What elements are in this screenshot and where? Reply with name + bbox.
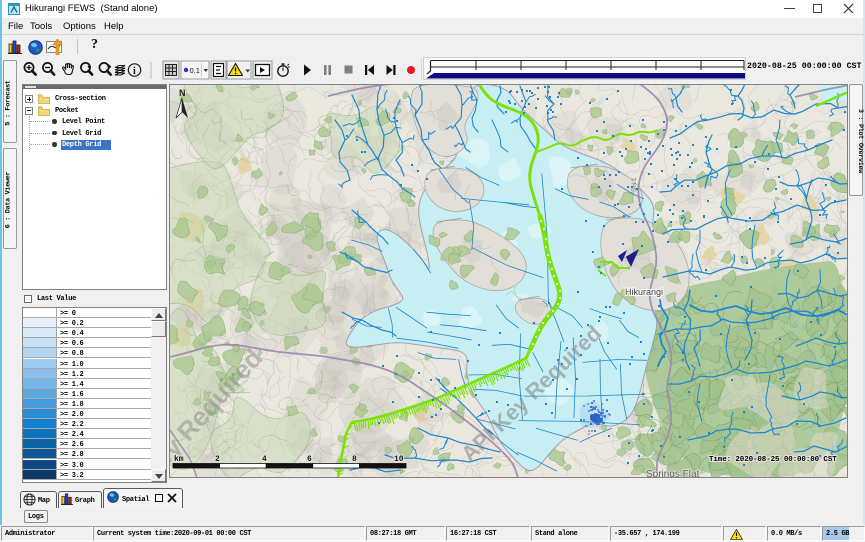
svg-text:4: 4 [262, 455, 267, 464]
svg-text:8: 8 [352, 455, 357, 464]
svg-text:6: 6 [307, 455, 312, 464]
svg-text:Hikurangi: Hikurangi [625, 287, 663, 297]
svg-text:Springs Flat: Springs Flat [646, 469, 700, 477]
svg-text:10: 10 [394, 455, 404, 464]
svg-text:SH 1: SH 1 [631, 177, 638, 192]
svg-text:N: N [179, 88, 186, 98]
svg-text:0.1: 0.1 [190, 66, 200, 75]
svg-text:Time: 2020-08-25 00:00:00 CST: Time: 2020-08-25 00:00:00 CST [709, 456, 837, 464]
svg-text:km: km [174, 455, 184, 464]
svg-text:i: i [133, 66, 136, 77]
svg-text:2: 2 [215, 455, 220, 464]
